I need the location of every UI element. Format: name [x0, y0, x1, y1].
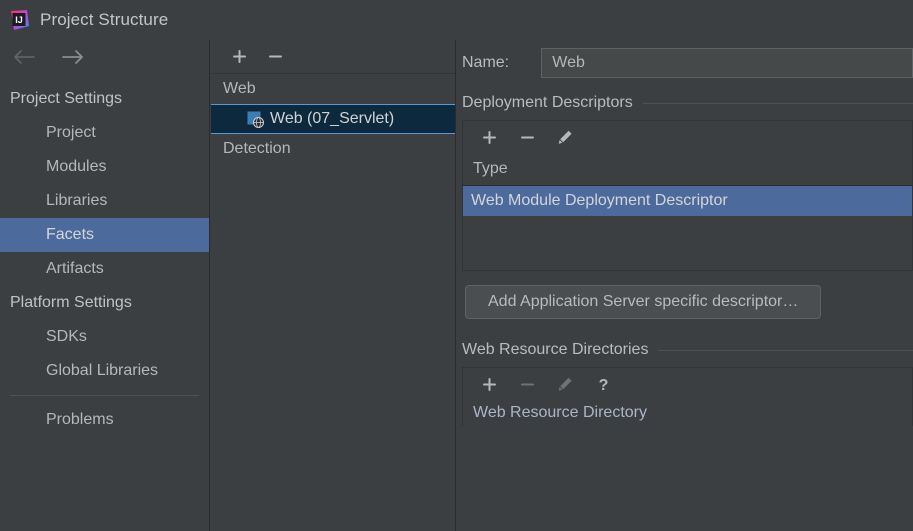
forward-button[interactable]: [56, 46, 90, 68]
facets-list: Web Web (07_Servlet) Detection: [211, 74, 455, 531]
section-rule: [642, 102, 913, 104]
table-cell-type: Web Module Deployment Descriptor: [471, 192, 728, 209]
arrow-left-icon: [14, 50, 35, 64]
sidebar-item-artifacts[interactable]: Artifacts: [0, 252, 209, 286]
facets-list-item-label: Web (07_Servlet): [270, 110, 395, 127]
sidebar-item-label: Problems: [46, 411, 114, 428]
deployment-descriptors-body: Web Module Deployment Descriptor: [462, 186, 913, 271]
sidebar-item-facets[interactable]: Facets: [0, 218, 209, 252]
facet-details-panel: Name: Web Deployment Descriptors Type We…: [457, 40, 913, 531]
facets-panel: Web Web (07_Servlet) Detection: [211, 40, 456, 531]
name-label: Name:: [462, 54, 510, 71]
minus-icon: [520, 383, 534, 385]
add-facet-button[interactable]: [229, 47, 249, 67]
column-header-web-resource-directory: Web Resource Directory: [473, 404, 647, 421]
pencil-icon: [558, 130, 572, 144]
sidebar-item-global-libraries[interactable]: Global Libraries: [0, 354, 209, 388]
question-mark-icon: ?: [598, 377, 608, 393]
project-structure-dialog: IJ Project Structure Project Settings Pr…: [0, 0, 913, 531]
plus-icon: [482, 130, 496, 144]
back-button[interactable]: [8, 46, 42, 68]
sidebar-divider: [10, 395, 199, 396]
deployment-descriptors-table: Type Web Module Deployment Descriptor: [462, 120, 913, 271]
plus-icon: [232, 50, 246, 63]
sidebar-item-label: Libraries: [46, 192, 108, 209]
section-title: Deployment Descriptors: [462, 94, 633, 111]
facets-list-item-label: Web: [223, 80, 256, 97]
title-bar: IJ Project Structure: [0, 0, 913, 40]
sidebar-item-label: Global Libraries: [46, 362, 159, 379]
pencil-icon: [558, 377, 572, 391]
sidebar-item-label: Project: [46, 124, 96, 141]
add-application-server-descriptor-button[interactable]: Add Application Server specific descript…: [465, 285, 822, 319]
web-resource-directories-toolbar: ?: [462, 367, 913, 400]
minus-icon: [268, 55, 282, 58]
web-resource-directories-section-header: Web Resource Directories: [457, 333, 913, 367]
remove-web-resource-directory-button[interactable]: [517, 374, 537, 394]
facet-name-row: Name: Web: [457, 40, 913, 86]
minus-icon: [520, 136, 534, 138]
facets-list-item-label: Detection: [223, 140, 291, 157]
section-title: Web Resource Directories: [462, 341, 649, 358]
sidebar-group-label: Platform Settings: [10, 294, 132, 311]
deployment-descriptors-section-header: Deployment Descriptors: [457, 86, 913, 120]
add-app-server-descriptor-row: Add Application Server specific descript…: [457, 285, 913, 319]
column-header-type: Type: [473, 160, 508, 177]
web-resource-directories-table: ? Web Resource Directory: [462, 367, 913, 426]
sidebar-item-problems[interactable]: Problems: [0, 403, 209, 437]
sidebar-item-modules[interactable]: Modules: [0, 150, 209, 184]
plus-icon: [482, 377, 496, 391]
deployment-descriptors-header-row: Type: [462, 153, 913, 186]
facets-toolbar: [211, 40, 455, 74]
arrow-right-icon: [62, 50, 83, 64]
web-resource-directories-header-row: Web Resource Directory: [462, 400, 913, 426]
sidebar-item-label: Artifacts: [46, 260, 104, 277]
sidebar-group-project-settings: Project Settings: [0, 82, 209, 116]
facets-list-item-detection[interactable]: Detection: [211, 134, 455, 164]
sidebar-item-label: Modules: [46, 158, 107, 175]
deployment-descriptors-toolbar: [462, 120, 913, 153]
facets-list-item-web-group[interactable]: Web: [211, 74, 455, 104]
sidebar-item-libraries[interactable]: Libraries: [0, 184, 209, 218]
intellij-idea-logo-icon: IJ: [8, 9, 30, 31]
sidebar-item-label: Facets: [46, 226, 95, 243]
table-row[interactable]: Web Module Deployment Descriptor: [463, 186, 912, 216]
svg-text:IJ: IJ: [15, 15, 23, 25]
edit-descriptor-button[interactable]: [555, 127, 575, 147]
add-web-resource-directory-button[interactable]: [479, 374, 499, 394]
sidebar-item-label: SDKs: [46, 328, 87, 345]
settings-tree: Project Settings Project Modules Librari…: [0, 74, 209, 437]
sidebar-group-label: Project Settings: [10, 90, 123, 107]
facets-list-item-web-servlet[interactable]: Web (07_Servlet): [211, 104, 455, 134]
name-input[interactable]: Web: [541, 48, 913, 78]
remove-facet-button[interactable]: [265, 47, 285, 67]
sidebar-item-project[interactable]: Project: [0, 116, 209, 150]
web-facet-icon: [247, 111, 265, 128]
web-resource-directories-help-button[interactable]: ?: [593, 374, 613, 394]
settings-sidebar: Project Settings Project Modules Librari…: [0, 40, 210, 531]
svg-text:?: ?: [598, 377, 608, 393]
window-title: Project Structure: [40, 10, 169, 29]
section-rule: [658, 349, 913, 351]
sidebar-group-platform-settings: Platform Settings: [0, 286, 209, 320]
edit-web-resource-directory-button[interactable]: [555, 374, 575, 394]
name-input-value: Web: [552, 54, 585, 71]
add-descriptor-button[interactable]: [479, 127, 499, 147]
navigation-arrows: [0, 40, 209, 74]
remove-descriptor-button[interactable]: [517, 127, 537, 147]
sidebar-item-sdks[interactable]: SDKs: [0, 320, 209, 354]
